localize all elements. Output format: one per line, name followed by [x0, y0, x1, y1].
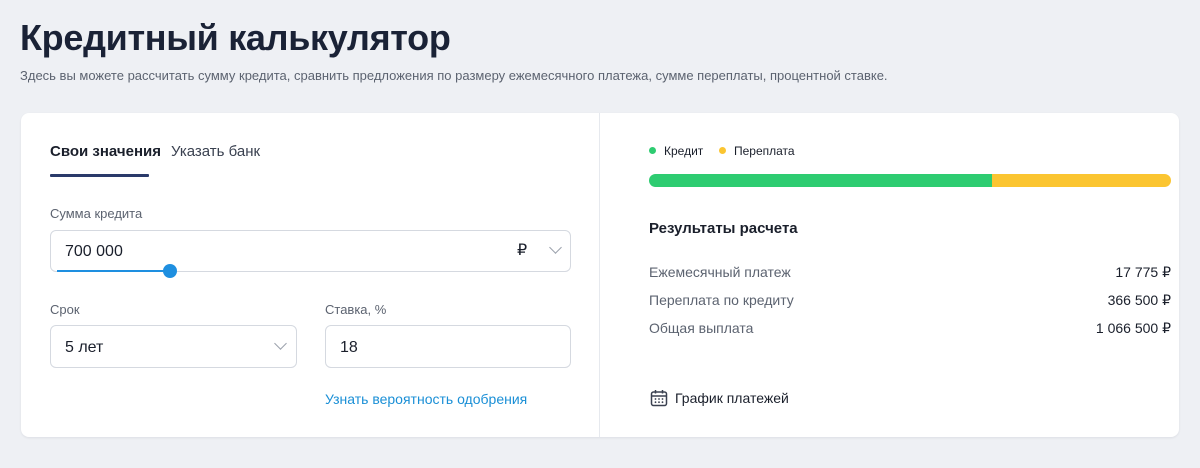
- legend-overpayment-dot: [719, 147, 726, 154]
- result-label: Переплата по кредиту: [649, 292, 794, 308]
- amount-value[interactable]: 700 000: [65, 242, 123, 262]
- payment-schedule-label[interactable]: График платежей: [675, 389, 789, 407]
- term-value[interactable]: 5 лет: [65, 338, 103, 358]
- bar-segment-credit: [649, 174, 992, 187]
- result-value: 1 066 500 ₽: [1095, 320, 1171, 336]
- results-title: Результаты расчета: [649, 220, 798, 237]
- result-label: Ежемесячный платеж: [649, 264, 791, 280]
- amount-slider-thumb[interactable]: [163, 264, 177, 278]
- legend-credit-dot: [649, 147, 656, 154]
- calendar-icon: [650, 390, 668, 407]
- rate-input[interactable]: 18: [325, 325, 571, 368]
- tab-own-values[interactable]: Свои значения: [50, 141, 161, 163]
- page-subtitle: Здесь вы можете рассчитать сумму кредита…: [20, 68, 888, 83]
- amount-field[interactable]: 700 000 ₽: [50, 230, 571, 272]
- tab-specify-bank[interactable]: Указать банк: [171, 141, 260, 163]
- result-value: 366 500 ₽: [1107, 292, 1171, 308]
- bar-segment-overpayment: [991, 174, 1171, 187]
- approval-probability-link[interactable]: Узнать вероятность одобрения: [325, 390, 527, 408]
- term-select[interactable]: 5 лет: [50, 325, 297, 368]
- legend-credit: Кредит: [649, 143, 703, 159]
- calculator-card: Свои значения Указать банк Сумма кредита…: [21, 113, 1179, 437]
- page-title: Кредитный калькулятор: [20, 17, 451, 58]
- result-row-monthly: Ежемесячный платеж 17 775 ₽: [649, 262, 1171, 282]
- active-tab-indicator: [50, 174, 149, 177]
- term-label: Срок: [50, 302, 80, 317]
- result-label: Общая выплата: [649, 320, 754, 336]
- input-panel: Свои значения Указать банк Сумма кредита…: [21, 113, 599, 437]
- currency-symbol: ₽: [517, 242, 528, 259]
- results-panel: Кредит Переплата Результаты расчета Ежем…: [600, 113, 1179, 437]
- chevron-down-icon[interactable]: [274, 337, 287, 350]
- rate-label: Ставка, %: [325, 302, 387, 317]
- rate-value[interactable]: 18: [340, 338, 358, 358]
- amount-label: Сумма кредита: [50, 206, 143, 221]
- legend-credit-label: Кредит: [664, 144, 704, 158]
- result-value: 17 775 ₽: [1115, 264, 1171, 280]
- payment-breakdown-bar: [649, 174, 1171, 187]
- result-row-total: Общая выплата 1 066 500 ₽: [649, 318, 1171, 338]
- legend-overpayment: Переплата: [719, 143, 795, 159]
- result-row-overpayment: Переплата по кредиту 366 500 ₽: [649, 290, 1171, 310]
- legend-overpayment-label: Переплата: [734, 144, 795, 158]
- amount-slider-track[interactable]: [57, 270, 171, 272]
- chevron-down-icon[interactable]: [549, 241, 562, 254]
